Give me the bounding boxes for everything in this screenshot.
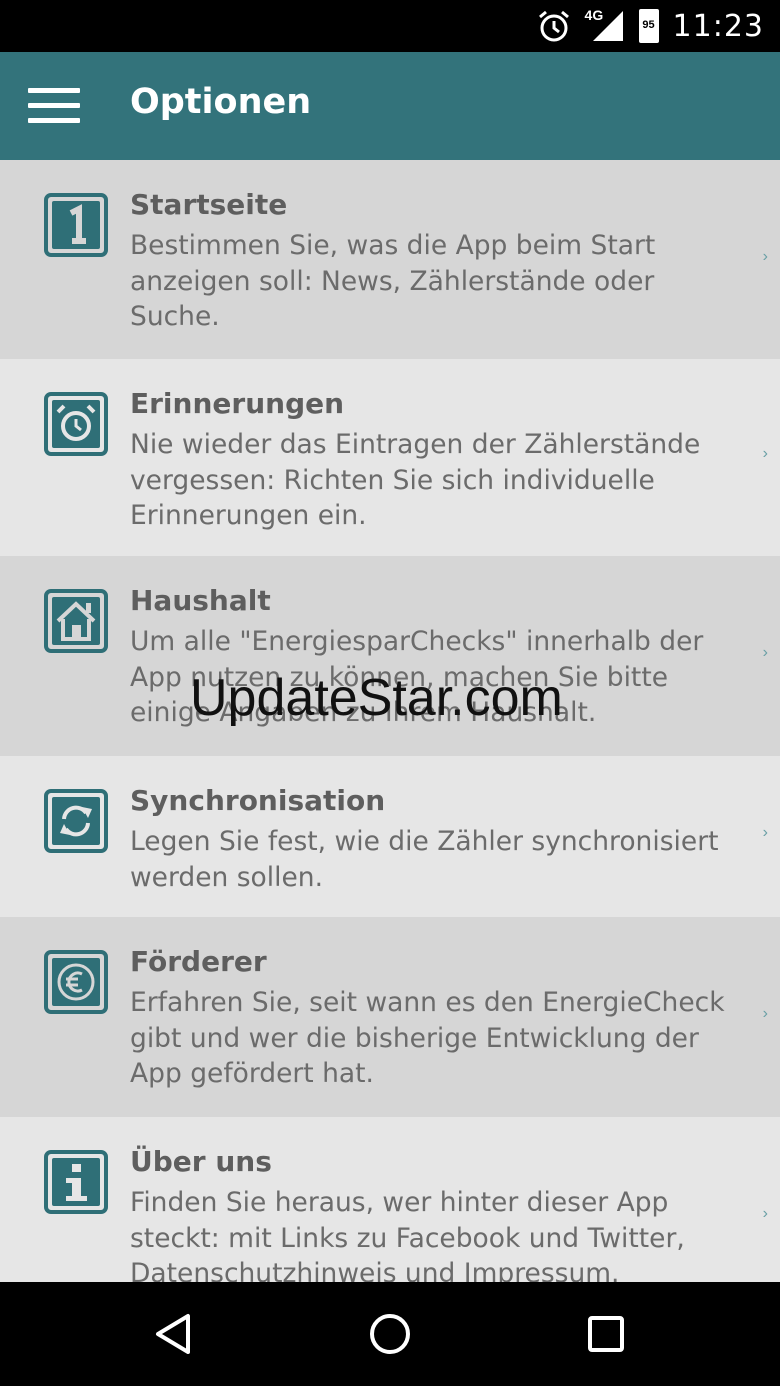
item-title: Über uns: [130, 1145, 272, 1178]
alarm-clock-icon: [44, 392, 108, 456]
page-title: Optionen: [130, 82, 312, 122]
item-description: Um alle "EnergiesparChecks" innerhalb de…: [130, 626, 704, 728]
chevron-right-icon: ›: [762, 1205, 768, 1222]
chevron-right-icon: ›: [762, 824, 768, 841]
item-description: Legen Sie fest, wie die Zähler synchroni…: [130, 826, 719, 893]
network-type-label: 4G: [584, 7, 604, 23]
hamburger-menu-icon[interactable]: [28, 88, 80, 124]
item-description: Bestimmen Sie, was die App beim Start an…: [130, 230, 656, 332]
euro-icon: [44, 950, 108, 1014]
chevron-right-icon: ›: [762, 248, 768, 265]
recents-icon[interactable]: [582, 1310, 630, 1358]
number-one-icon: [44, 193, 108, 257]
item-title: Erinnerungen: [130, 387, 345, 420]
status-bar: 4G 95 11:23: [0, 0, 780, 52]
battery-level: 95: [642, 19, 655, 31]
list-item-haushalt[interactable]: Haushalt Um alle "EnergiesparChecks" inn…: [0, 556, 780, 756]
item-title: Förderer: [130, 945, 267, 978]
chevron-right-icon: ›: [762, 1005, 768, 1022]
item-title: Startseite: [130, 188, 288, 221]
status-time: 11:23: [672, 8, 764, 44]
signal-4g-icon: 4G: [584, 7, 625, 43]
list-item-ueber-uns[interactable]: Über uns Finden Sie heraus, wer hinter d…: [0, 1117, 780, 1282]
info-icon: [44, 1150, 108, 1214]
list-item-foerderer[interactable]: Förderer Erfahren Sie, seit wann es den …: [0, 917, 780, 1117]
chevron-right-icon: ›: [762, 445, 768, 462]
alarm-icon: [538, 10, 569, 42]
item-description: Nie wieder das Eintragen der Zählerständ…: [130, 429, 701, 531]
list-item-erinnerungen[interactable]: Erinnerungen Nie wieder das Eintragen de…: [0, 359, 780, 556]
back-icon[interactable]: [150, 1310, 198, 1358]
list-item-synchronisation[interactable]: Synchronisation Legen Sie fest, wie die …: [0, 756, 780, 917]
item-description: Erfahren Sie, seit wann es den EnergieCh…: [130, 987, 725, 1089]
home-icon[interactable]: [366, 1310, 414, 1358]
item-title: Haushalt: [130, 584, 271, 617]
list-item-startseite[interactable]: Startseite Bestimmen Sie, was die App be…: [0, 160, 780, 359]
chevron-right-icon: ›: [762, 644, 768, 661]
house-icon: [44, 589, 108, 653]
app-bar: Optionen: [0, 52, 780, 160]
sync-icon: [44, 789, 108, 853]
navigation-bar: [0, 1282, 780, 1386]
battery-icon: 95: [638, 9, 659, 43]
item-description: Finden Sie heraus, wer hinter dieser App…: [130, 1187, 685, 1282]
options-list: Startseite Bestimmen Sie, was die App be…: [0, 160, 780, 1282]
item-title: Synchronisation: [130, 784, 386, 817]
